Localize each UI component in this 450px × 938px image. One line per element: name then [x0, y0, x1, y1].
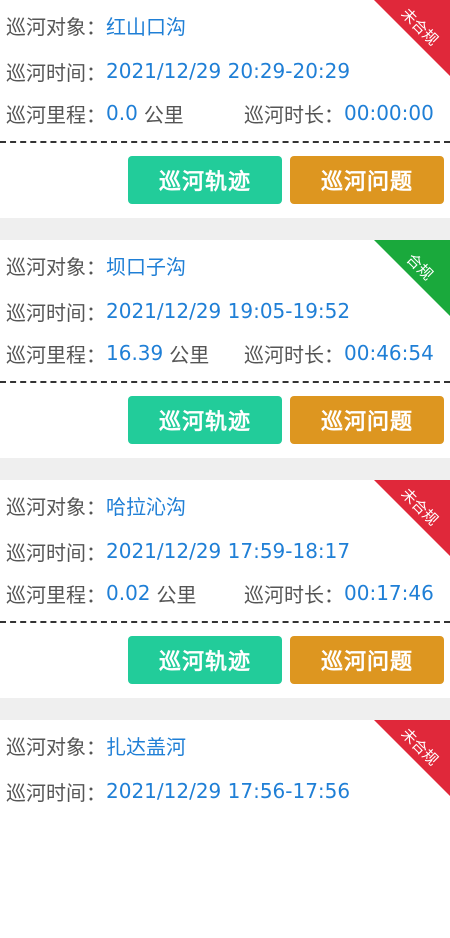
distance-unit: 公里: [156, 582, 197, 607]
duration-value: 00:00:00: [344, 101, 434, 125]
time-value: 2021/12/29 17:59-18:17: [106, 539, 351, 563]
target-value: 红山口沟: [106, 14, 186, 39]
distance-value: 16.39: [106, 341, 164, 365]
time-label: 巡河时间：: [6, 540, 106, 565]
target-value: 扎达盖河: [106, 734, 186, 759]
stats-row: 巡河里程： 16.39 公里 巡河时长： 00:46:54: [0, 332, 450, 374]
distance-value: 0.02: [106, 581, 151, 605]
duration-label: 巡河时长：: [244, 582, 344, 607]
status-ribbon: 合规: [374, 240, 450, 316]
time-label: 巡河时间：: [6, 60, 106, 85]
duration-value: 00:46:54: [344, 341, 434, 365]
time-value: 2021/12/29 20:29-20:29: [106, 59, 351, 83]
target-label: 巡河对象：: [6, 14, 106, 39]
time-value: 2021/12/29 19:05-19:52: [106, 299, 351, 323]
target-label: 巡河对象：: [6, 254, 106, 279]
patrol-problem-button[interactable]: 巡河问题: [290, 396, 444, 444]
distance-label: 巡河里程：: [6, 102, 106, 127]
duration-label: 巡河时长：: [244, 342, 344, 367]
duration-value: 00:17:46: [344, 581, 434, 605]
patrol-record-card: 未合规 巡河对象： 扎达盖河 巡河时间： 2021/12/29 17:56-17…: [0, 720, 450, 938]
target-value: 哈拉沁沟: [106, 494, 186, 519]
stats-row: 巡河里程： 0.02 公里 巡河时长： 00:17:46: [0, 572, 450, 614]
status-ribbon: 未合规: [374, 720, 450, 796]
distance-unit: 公里: [143, 102, 184, 127]
target-value: 坝口子沟: [106, 254, 186, 279]
patrol-record-list: 未合规 巡河对象： 红山口沟 巡河时间： 2021/12/29 20:29-20…: [0, 0, 450, 938]
target-label: 巡河对象：: [6, 734, 106, 759]
patrol-record-card: 未合规 巡河对象： 红山口沟 巡河时间： 2021/12/29 20:29-20…: [0, 0, 450, 218]
status-ribbon: 未合规: [374, 480, 450, 556]
distance-unit: 公里: [169, 342, 210, 367]
distance-label: 巡河里程：: [6, 582, 106, 607]
patrol-record-card: 未合规 巡河对象： 哈拉沁沟 巡河时间： 2021/12/29 17:59-18…: [0, 480, 450, 698]
time-value: 2021/12/29 17:56-17:56: [106, 779, 351, 803]
status-ribbon: 未合规: [374, 0, 450, 76]
stats-row: 巡河里程： 0.0 公里 巡河时长： 00:00:00: [0, 92, 450, 134]
time-label: 巡河时间：: [6, 300, 106, 325]
target-label: 巡河对象：: [6, 494, 106, 519]
distance-value: 0.0: [106, 101, 138, 125]
patrol-track-button[interactable]: 巡河轨迹: [128, 156, 282, 204]
duration-label: 巡河时长：: [244, 102, 344, 127]
patrol-track-button[interactable]: 巡河轨迹: [128, 636, 282, 684]
patrol-record-card: 合规 巡河对象： 坝口子沟 巡河时间： 2021/12/29 19:05-19:…: [0, 240, 450, 458]
patrol-problem-button[interactable]: 巡河问题: [290, 156, 444, 204]
distance-label: 巡河里程：: [6, 342, 106, 367]
patrol-track-button[interactable]: 巡河轨迹: [128, 396, 282, 444]
patrol-problem-button[interactable]: 巡河问题: [290, 636, 444, 684]
time-label: 巡河时间：: [6, 780, 106, 805]
